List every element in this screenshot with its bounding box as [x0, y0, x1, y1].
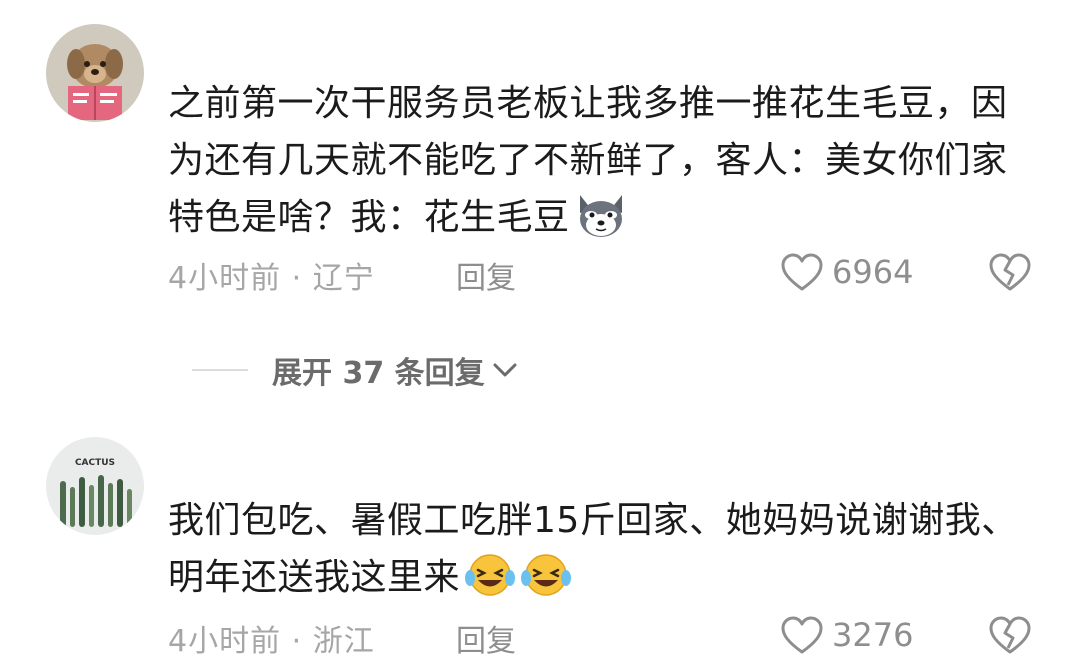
heart-icon — [781, 616, 823, 654]
avatar[interactable] — [46, 24, 144, 122]
dislike-button[interactable] — [988, 251, 1032, 293]
cactus-avatar-icon: CACTUS — [46, 437, 144, 535]
heart-icon — [781, 253, 823, 291]
laughing-crying-emoji-icon — [464, 551, 516, 599]
husky-dog-emoji-icon — [574, 191, 628, 239]
divider — [192, 369, 248, 371]
comment-meta: 4小时前 · 浙江 回复 3276 — [168, 610, 1038, 660]
dislike-button[interactable] — [988, 614, 1032, 656]
like-button[interactable]: 3276 — [780, 610, 913, 660]
like-count: 6964 — [832, 253, 914, 291]
broken-heart-icon — [989, 616, 1031, 654]
expand-replies-label: 展开 37 条回复 — [272, 356, 485, 391]
expand-replies-button[interactable]: 展开 37 条回复 — [192, 345, 519, 395]
like-count: 3276 — [832, 616, 914, 654]
laughing-crying-emoji-icon — [520, 551, 572, 599]
time-location: 4小时前 · 辽宁 — [168, 261, 375, 296]
time-location: 4小时前 · 浙江 — [168, 624, 375, 659]
reply-button[interactable]: 回复 — [456, 253, 516, 297]
comment-meta: 4小时前 · 辽宁 回复 6964 — [168, 247, 1038, 297]
chevron-down-icon — [491, 360, 519, 380]
dog-reading-book-avatar-icon — [46, 24, 144, 122]
broken-heart-icon — [989, 253, 1031, 291]
like-button[interactable]: 6964 — [780, 247, 913, 297]
comment-text-content: 我们包吃、暑假工吃胖15斤回家、她妈妈说谢谢我、明年还送我这里来 — [168, 500, 1018, 598]
avatar-cactus-label: CACTUS — [75, 458, 115, 468]
comment-text: 我们包吃、暑假工吃胖15斤回家、她妈妈说谢谢我、明年还送我这里来 — [168, 492, 1018, 606]
avatar[interactable]: CACTUS — [46, 437, 144, 535]
comment-text: 之前第一次干服务员老板让我多推一推花生毛豆，因为还有几天就不能吃了不新鲜了，客人… — [168, 75, 1018, 246]
reply-button[interactable]: 回复 — [456, 616, 516, 660]
